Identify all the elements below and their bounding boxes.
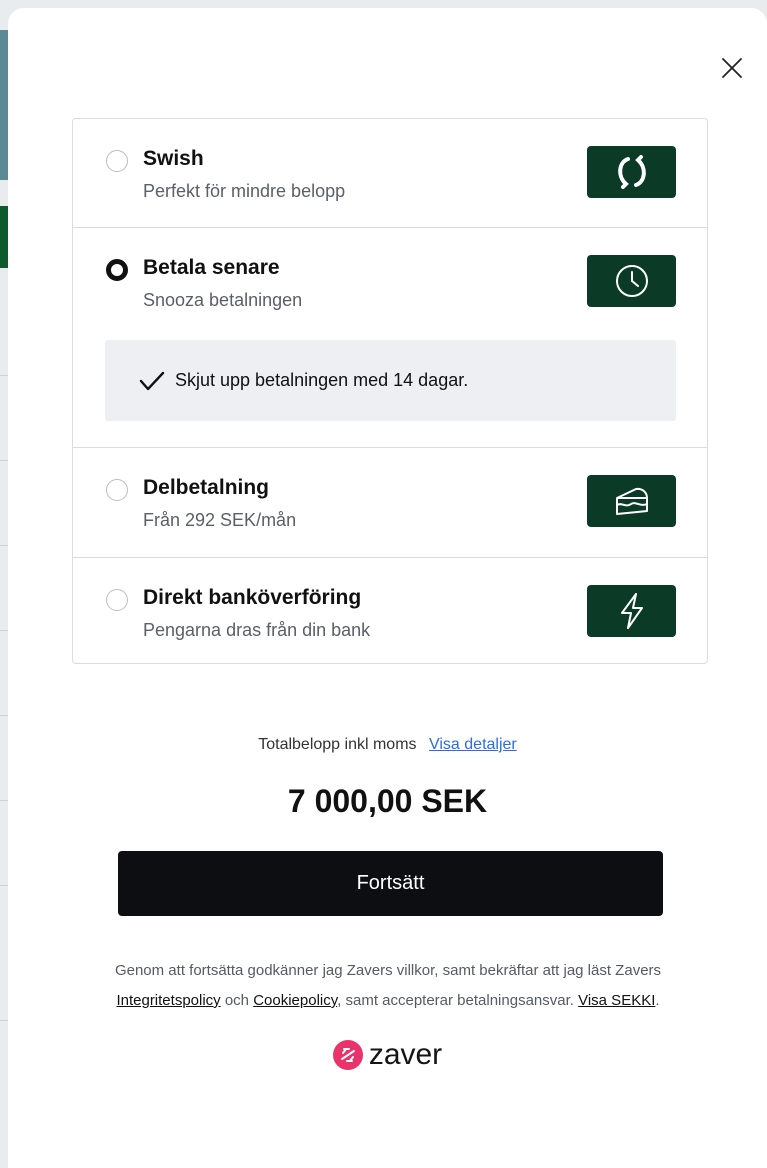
pay-later-info: Skjut upp betalningen med 14 dagar.: [105, 340, 676, 421]
zaver-logo-icon: [332, 1040, 363, 1070]
brand-name: zaver: [368, 1038, 443, 1071]
close-icon: [722, 58, 742, 78]
total-amount: 7 000,00 SEK: [287, 783, 488, 819]
payment-options-list: Swish Perfekt för mindre belopp Betala s…: [72, 118, 708, 664]
check-icon: [139, 370, 165, 392]
cookie-policy-link[interactable]: Cookiepolicy: [253, 992, 337, 1009]
swish-badge: [587, 146, 676, 198]
continue-button[interactable]: Fortsätt: [118, 851, 663, 916]
terms-end: .: [655, 992, 660, 1009]
privacy-policy-link[interactable]: Integritetspolicy: [116, 992, 220, 1009]
zaver-logo: zaver: [8, 1038, 767, 1072]
terms-part1: Genom att fortsätta godkänner jag Zavers…: [114, 962, 662, 979]
sekki-link[interactable]: Visa SEKKI: [578, 992, 655, 1009]
option-subtitle: Perfekt för mindre belopp: [143, 181, 346, 201]
cake-badge: [587, 475, 676, 527]
show-details-link[interactable]: Visa detaljer: [429, 736, 517, 753]
radio-bank-transfer[interactable]: [106, 589, 128, 611]
close-button[interactable]: [716, 52, 748, 84]
terms-and: och: [224, 992, 250, 1009]
payment-option-swish[interactable]: Swish Perfekt för mindre belopp: [73, 119, 707, 228]
pay-later-detail: Skjut upp betalningen med 14 dagar.: [175, 370, 469, 390]
radio-installments[interactable]: [106, 479, 128, 501]
clock-badge: [587, 255, 676, 307]
option-title: Delbetalning: [143, 476, 270, 499]
swish-icon: [617, 155, 646, 189]
radio-pay-later[interactable]: [106, 259, 128, 281]
clock-icon: [615, 265, 648, 297]
payment-modal: Swish Perfekt för mindre belopp Betala s…: [8, 8, 767, 1168]
option-title: Direkt banköverföring: [143, 586, 362, 609]
option-subtitle: Pengarna dras från din bank: [143, 620, 371, 640]
lightning-badge: [587, 585, 676, 637]
option-title: Swish: [143, 147, 204, 170]
payment-option-pay-later[interactable]: Betala senare Snooza betalningen Skjut u…: [73, 228, 707, 448]
option-subtitle: Snooza betalningen: [143, 290, 303, 310]
option-subtitle: Från 292 SEK/mån: [143, 510, 297, 530]
lightning-icon: [620, 593, 643, 629]
payment-option-bank-transfer[interactable]: Direkt banköverföring Pengarna dras från…: [73, 558, 707, 664]
payment-option-installments[interactable]: Delbetalning Från 292 SEK/mån: [73, 448, 707, 558]
total-label: Totalbelopp inkl moms: [258, 736, 417, 753]
cake-slice-icon: [615, 487, 648, 515]
radio-swish[interactable]: [106, 150, 128, 172]
total-row: Totalbelopp inkl moms Visa detaljer: [8, 736, 767, 754]
option-title: Betala senare: [143, 256, 280, 279]
terms-text: Genom att fortsätta godkänner jag Zavers…: [48, 956, 728, 1016]
terms-part2: , samt accepterar betalningsansvar.: [337, 992, 574, 1009]
